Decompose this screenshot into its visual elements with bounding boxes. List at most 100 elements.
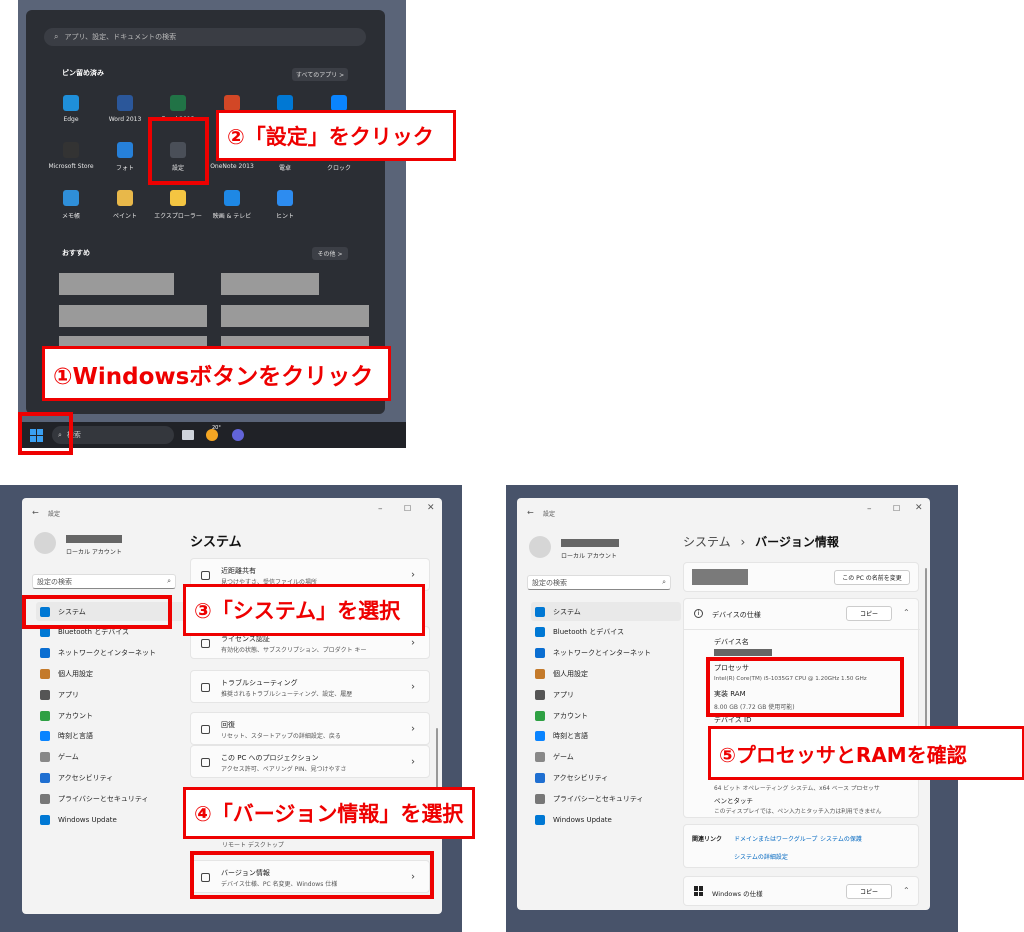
sidebar-item-label: ゲーム [553,753,574,762]
sidebar-item-label: 個人用設定 [553,669,588,678]
copy-button[interactable]: コピー [846,606,892,621]
system-item-recovery[interactable]: 回復 リセット、スタートアップの詳細設定、戻る › [190,712,430,745]
app-tile-word[interactable]: Word 2013 [103,95,147,129]
sidebar-item-bluetooth[interactable]: Bluetooth とデバイス [531,623,681,642]
task-view-icon[interactable] [182,430,194,440]
recommended-item[interactable] [59,273,174,295]
sidebar-item-accounts[interactable]: アカウント [531,706,681,725]
device-name-label: デバイス名 [714,638,749,646]
chevron-up-icon[interactable]: ⌃ [903,608,910,617]
maximize-icon[interactable]: ☐ [893,504,900,513]
app-label: クロック [326,165,351,172]
highlight-settings [148,117,209,185]
chat-icon[interactable] [232,429,244,441]
sidebar-item-network[interactable]: ネットワークとインターネット [531,644,681,663]
highlight-start-button [18,412,73,455]
more-button[interactable]: その他 > [312,247,348,260]
close-icon[interactable]: ✕ [915,503,923,513]
windows-logo-icon [694,886,704,896]
tips-icon [277,190,293,206]
sidebar-item-personalization[interactable]: 個人用設定 [531,664,681,683]
bluetooth-icon [535,627,545,638]
start-search-box[interactable]: ⌕ アプリ、設定、ドキュメントの検索 [44,28,366,46]
privacy-icon [535,793,545,804]
sidebar-item-accounts[interactable]: アカウント [36,706,186,725]
movies-tv-icon [224,190,240,206]
advanced-system-settings-link[interactable]: システムの詳細設定 [734,852,788,861]
app-tile-photos[interactable]: フォト [103,142,147,176]
app-tile-explorer[interactable]: エクスプローラー [154,190,202,224]
recommended-item[interactable] [221,273,319,295]
copy-button[interactable]: コピー [846,884,892,899]
app-tile-movies-tv[interactable]: 映画 & テレビ [210,190,254,224]
minimize-icon[interactable]: – [867,504,872,514]
highlight-system-nav [22,595,172,629]
page-title: システム [190,535,242,550]
sidebar-item-time-language[interactable]: 時刻と言語 [531,727,681,746]
scrollbar[interactable] [925,568,927,728]
breadcrumb: システム › バージョン情報 [683,533,839,550]
sidebar-item-time-language[interactable]: 時刻と言語 [36,727,186,746]
chevron-right-icon: › [411,637,415,648]
recommended-item[interactable] [221,305,369,327]
app-tile-microsoft-store[interactable]: Microsoft Store [48,142,94,176]
app-tile-tips[interactable]: ヒント [263,190,307,224]
breadcrumb-parent[interactable]: システム [683,535,731,549]
back-icon[interactable]: ← [527,508,534,517]
chevron-up-icon[interactable]: ⌃ [903,886,910,895]
personalization-icon [40,668,50,679]
start-search-placeholder: アプリ、設定、ドキュメントの検索 [64,33,177,41]
recovery-icon [201,725,210,734]
related-link-domain[interactable]: ドメインまたはワークグループ [734,834,817,843]
sidebar-item-gaming[interactable]: ゲーム [36,748,186,767]
settings-search[interactable]: 設定の検索 ⌕ [32,574,176,589]
rename-pc-button[interactable]: この PC の名前を変更 [834,570,910,585]
minimize-icon[interactable]: – [378,504,383,514]
projection-icon [201,758,210,767]
sidebar-item-label: 個人用設定 [58,669,93,678]
close-icon[interactable]: ✕ [427,503,435,513]
time-language-icon [535,731,545,742]
related-link-protection[interactable]: システムの保護 [820,834,862,843]
sidebar-item-system[interactable]: システム [531,602,681,621]
sidebar-item-label: アクセシビリティ [58,773,114,782]
sidebar-item-network[interactable]: ネットワークとインターネット [36,644,186,663]
sidebar-item-label: アクセシビリティ [553,773,609,782]
app-tile-edge[interactable]: Edge [49,95,93,129]
sidebar-item-windows-update[interactable]: Windows Update [36,810,186,829]
sidebar-item-apps[interactable]: アプリ [36,685,186,704]
sidebar-item-privacy[interactable]: プライバシーとセキュリティ [36,789,186,808]
sidebar-item-accessibility[interactable]: アクセシビリティ [36,768,186,787]
sidebar-item-windows-update[interactable]: Windows Update [531,810,681,829]
system-item-troubleshoot[interactable]: トラブルシューティング 推奨されるトラブルシューティング、設定、履歴 › [190,670,430,703]
sidebar-item-label: プライバシーとセキュリティ [553,794,644,803]
sidebar-item-gaming[interactable]: ゲーム [531,748,681,767]
sidebar-item-label: 時刻と言語 [58,732,93,741]
device-name-redacted [714,649,772,656]
system-item-projection[interactable]: この PC へのプロジェクション アクセス許可、ペアリング PIN、見つけやすさ › [190,745,430,778]
mail-icon [277,95,293,111]
sidebar-item-accessibility[interactable]: アクセシビリティ [531,768,681,787]
chevron-right-icon: › [411,756,415,767]
all-apps-button[interactable]: すべてのアプリ > [292,68,348,81]
maximize-icon[interactable]: ☐ [404,504,411,513]
system-icon [535,606,545,617]
sidebar-item-personalization[interactable]: 個人用設定 [36,664,186,683]
system-type-value: 64 ビット オペレーティング システム、x64 ベース プロセッサ [714,786,880,792]
recommended-item[interactable] [59,305,207,327]
sidebar-item-privacy[interactable]: プライバシーとセキュリティ [531,789,681,808]
excel-icon [170,95,186,111]
activation-icon [201,639,210,648]
sidebar-item-label: Windows Update [58,815,117,824]
app-tile-paint[interactable]: ペイント [103,190,147,224]
back-icon[interactable]: ← [32,508,39,517]
avatar [529,536,551,558]
gaming-icon [40,752,50,763]
calendar-icon [331,95,347,111]
account-type: ローカル アカウント [561,553,617,560]
sidebar-item-apps[interactable]: アプリ [531,685,681,704]
app-tile-notepad[interactable]: メモ帳 [49,190,93,224]
sidebar-item-label: システム [553,607,581,616]
item-description: リセット、スタートアップの詳細設定、戻る [221,733,341,740]
settings-search[interactable]: 設定の検索 ⌕ [527,575,671,590]
